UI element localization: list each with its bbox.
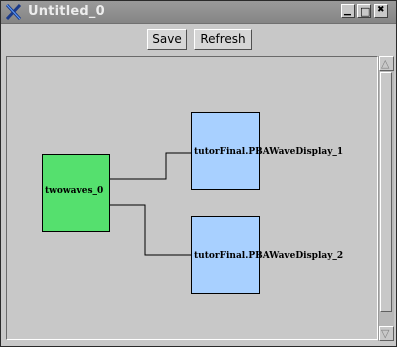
close-icon: ✖ (377, 5, 385, 15)
graph-node-display-2[interactable]: tutorFinal.PBAWaveDisplay_2 (191, 216, 343, 294)
graph-edge (110, 205, 191, 256)
arrow-down-icon: ▽ (381, 327, 390, 340)
graph-node-display-1[interactable]: tutorFinal.PBAWaveDisplay_1 (191, 112, 343, 190)
node-label: tutorFinal.PBAWaveDisplay_1 (194, 147, 344, 157)
node-label: tutorFinal.PBAWaveDisplay_2 (194, 251, 344, 261)
minimize-icon: ▁ (344, 6, 351, 16)
arrow-up-icon: △ (381, 57, 390, 70)
maximize-button[interactable]: □ (357, 4, 371, 18)
maximize-icon: □ (360, 5, 371, 18)
window-title: Untitled_0 (28, 4, 105, 19)
minimize-button[interactable]: ▁ (341, 4, 355, 18)
refresh-button[interactable]: Refresh (194, 29, 252, 50)
app-x-icon (5, 4, 22, 20)
graph-node-twowaves[interactable]: twowaves_0 (42, 154, 110, 232)
node-label: twowaves_0 (45, 186, 104, 196)
vertical-scrollbar[interactable]: △ ▽ (378, 56, 394, 341)
close-button[interactable]: ✖ (374, 4, 388, 18)
scroll-thumb[interactable] (380, 72, 392, 312)
save-button[interactable]: Save (147, 29, 187, 50)
scroll-up-button[interactable]: △ (379, 56, 394, 71)
application-window: Untitled_0 ▁ □ ✖ Save Refresh twowaves_0… (0, 0, 397, 347)
graph-canvas[interactable]: twowaves_0 tutorFinal.PBAWaveDisplay_1 t… (6, 56, 378, 340)
graph-edge (110, 152, 191, 179)
scroll-down-button[interactable]: ▽ (379, 326, 394, 341)
title-bar[interactable]: Untitled_0 ▁ □ ✖ (1, 1, 396, 24)
